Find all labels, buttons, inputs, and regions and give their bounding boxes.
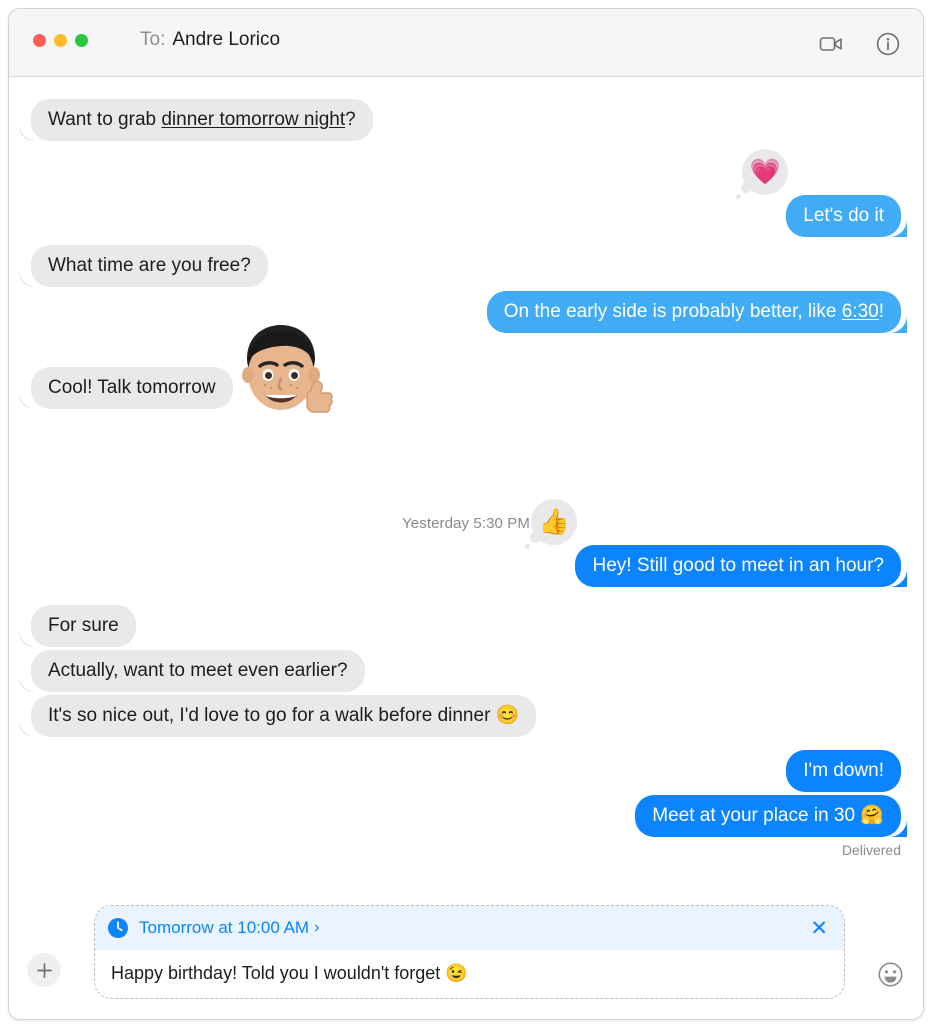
scheduled-send-label[interactable]: Tomorrow at 10:00 AM › <box>139 918 808 938</box>
close-icon[interactable]: ✕ <box>808 918 830 939</box>
message-link[interactable]: dinner tomorrow night <box>161 109 345 130</box>
messages-window: To: Andre Lorico Want to grab dinner tom… <box>8 8 924 1020</box>
message-row-outgoing: Let's do it 💗 <box>736 149 901 237</box>
message-bubble-outgoing[interactable]: Let's do it 💗 <box>736 149 901 237</box>
message-row-incoming: Want to grab dinner tomorrow night? <box>31 99 373 141</box>
message-text: Let's do it <box>803 205 884 226</box>
emoji-picker-button[interactable] <box>875 959 905 989</box>
zoom-button[interactable] <box>75 34 88 47</box>
recipient-field[interactable]: To: Andre Lorico <box>140 29 280 51</box>
message-row-incoming: What time are you free? <box>31 245 268 287</box>
message-bubble-incoming[interactable]: Cool! Talk tomorrow <box>31 367 233 409</box>
tapback-dot-large <box>741 182 753 193</box>
message-row-incoming: Actually, want to meet even earlier? <box>31 650 365 692</box>
tapback-heart[interactable]: 💗 <box>736 149 789 199</box>
message-text: Meet at your place in 30 🤗 <box>652 805 884 826</box>
message-bubble-incoming[interactable]: What time are you free? <box>31 245 268 287</box>
close-button[interactable] <box>33 34 46 47</box>
window-controls <box>33 34 88 47</box>
message-bubble-incoming[interactable]: Actually, want to meet even earlier? <box>31 650 365 692</box>
info-icon[interactable] <box>875 31 901 57</box>
message-transcript[interactable]: Want to grab dinner tomorrow night? Let'… <box>9 77 923 883</box>
tapback-dot-small <box>736 194 742 199</box>
scheduled-send-banner[interactable]: Tomorrow at 10:00 AM › ✕ <box>95 906 844 950</box>
add-attachment-button[interactable] <box>27 953 61 987</box>
message-text: What time are you free? <box>48 255 251 276</box>
delivered-status: Delivered <box>841 842 901 858</box>
message-row-incoming: Cool! Talk tomorrow <box>31 325 333 413</box>
memoji-thumbs-up-sticker[interactable] <box>227 319 335 438</box>
recipient-name: Andre Lorico <box>172 29 281 50</box>
message-text: Want to grab <box>48 109 162 130</box>
message-row-outgoing: I'm down! <box>786 750 901 792</box>
message-bubble-outgoing[interactable]: Hey! Still good to meet in an hour? 👍 <box>525 499 901 587</box>
message-text-tail: ! <box>878 301 884 322</box>
tapback-thumbs-up[interactable]: 👍 <box>525 499 578 549</box>
message-row-outgoing: Hey! Still good to meet in an hour? 👍 <box>525 499 901 587</box>
message-bubble-incoming[interactable]: For sure <box>31 605 136 647</box>
message-text: On the early side is probably better, li… <box>503 301 842 322</box>
message-bubble-outgoing[interactable]: I'm down! <box>786 750 901 792</box>
message-text: I'm down! <box>803 760 884 781</box>
message-row-outgoing: On the early side is probably better, li… <box>486 291 901 333</box>
message-text: For sure <box>48 615 119 636</box>
message-row-outgoing: Meet at your place in 30 🤗 <box>635 795 901 837</box>
message-text: It's so nice out, I'd love to go for a w… <box>48 705 520 726</box>
message-link[interactable]: 6:30 <box>842 301 879 322</box>
message-text: Hey! Still good to meet in an hour? <box>592 555 884 576</box>
minimize-button[interactable] <box>54 34 67 47</box>
scheduled-send-time: Tomorrow at 10:00 AM <box>139 918 310 937</box>
message-bubble-outgoing[interactable]: On the early side is probably better, li… <box>486 291 901 333</box>
to-label: To: <box>140 29 166 50</box>
facetime-video-icon[interactable] <box>818 31 844 57</box>
chevron-right-icon: › <box>314 919 320 936</box>
heart-icon: 💗 <box>749 157 781 186</box>
message-text: Actually, want to meet even earlier? <box>48 660 348 681</box>
message-bubble-outgoing[interactable]: Meet at your place in 30 🤗 <box>635 795 901 837</box>
message-input-wrapper[interactable]: Tomorrow at 10:00 AM › ✕ Happy birthday!… <box>94 905 845 999</box>
message-text: Cool! Talk tomorrow <box>48 377 216 398</box>
message-text-tail: ? <box>345 109 356 130</box>
message-bubble-incoming[interactable]: It's so nice out, I'd love to go for a w… <box>31 695 537 737</box>
message-row-incoming: For sure <box>31 605 136 647</box>
message-bubble-incoming[interactable]: Want to grab dinner tomorrow night? <box>31 99 373 141</box>
clock-icon <box>107 917 129 939</box>
tapback-dot-large <box>530 532 542 543</box>
title-bar: To: Andre Lorico <box>9 9 923 77</box>
message-draft-text[interactable]: Happy birthday! Told you I wouldn't forg… <box>95 950 844 998</box>
tapback-dot-small <box>525 544 531 549</box>
day-divider: Yesterday 5:30 PM <box>402 515 530 532</box>
compose-area: Tomorrow at 10:00 AM › ✕ Happy birthday!… <box>9 883 923 1019</box>
thumbs-up-icon: 👍 <box>538 507 571 536</box>
title-bar-actions <box>818 31 901 57</box>
message-row-incoming: It's so nice out, I'd love to go for a w… <box>31 695 537 737</box>
